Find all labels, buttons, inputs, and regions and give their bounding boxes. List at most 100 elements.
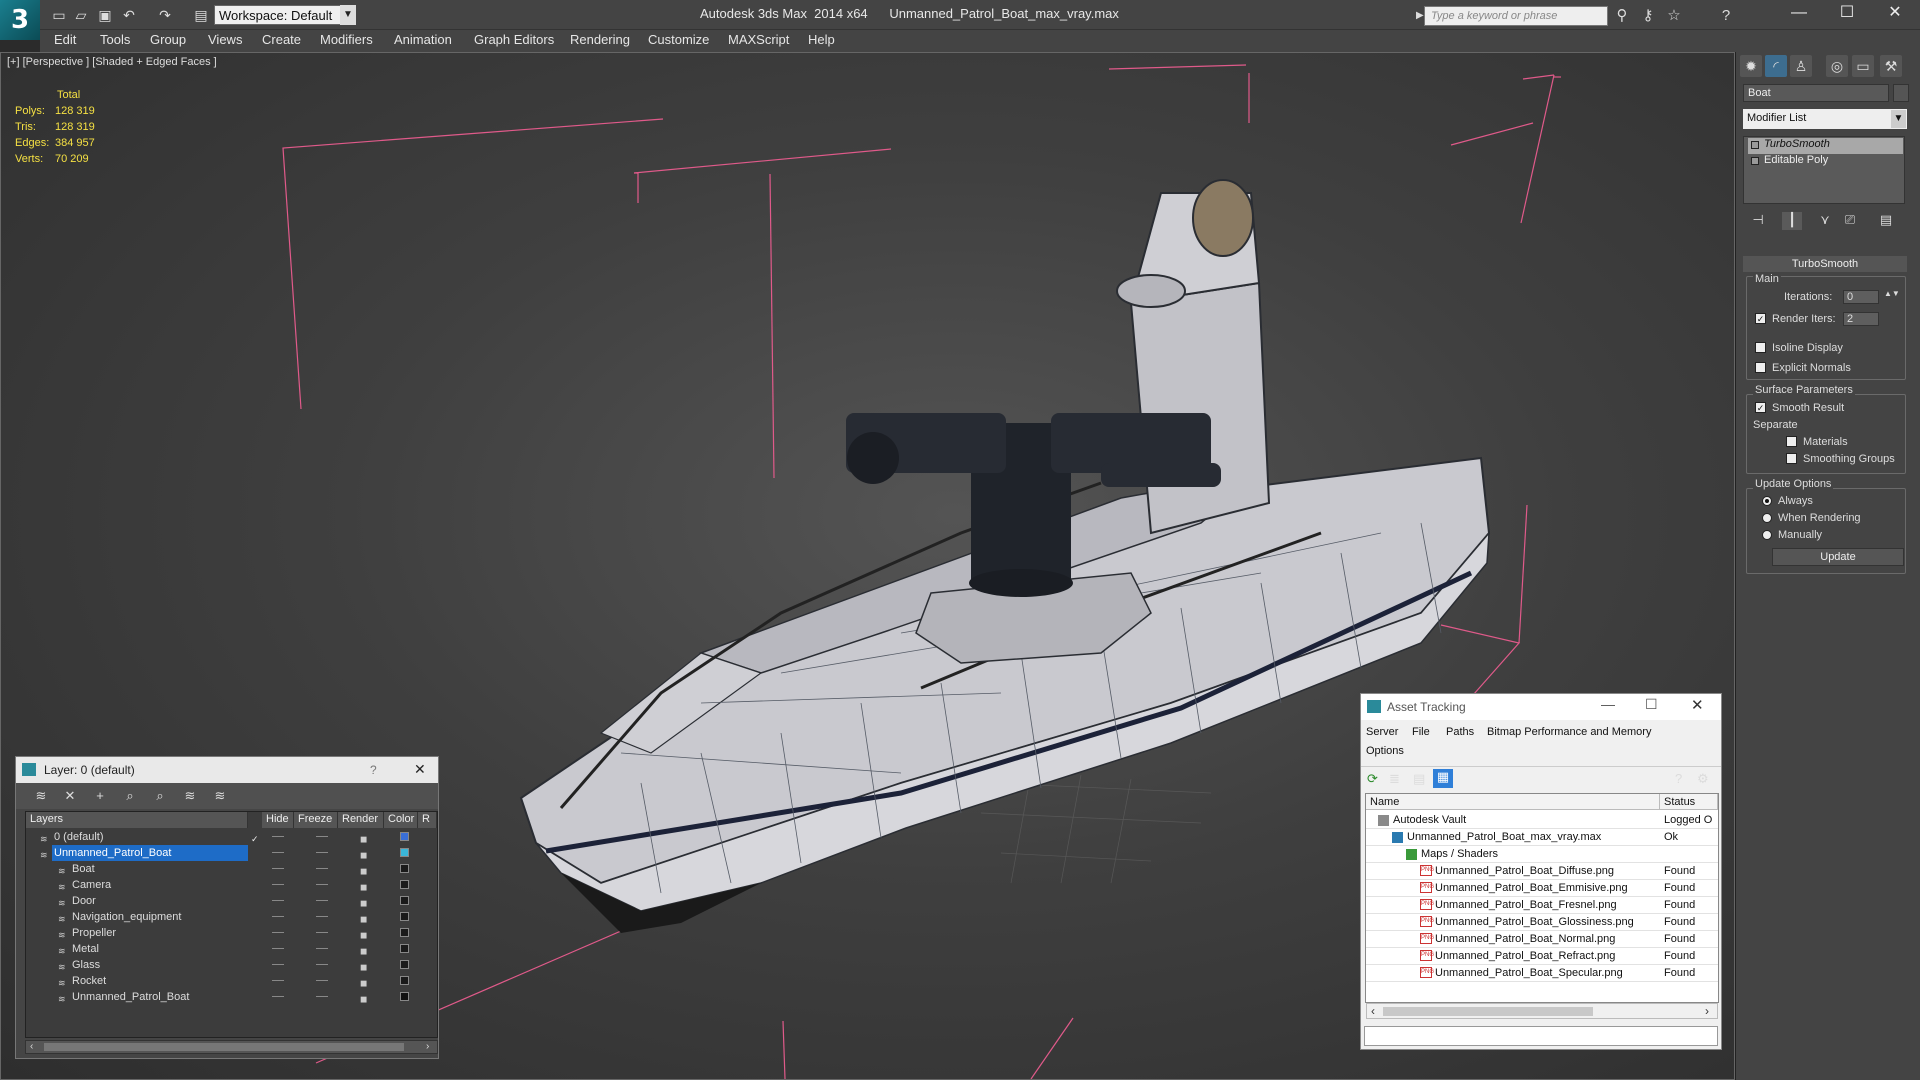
remove-modifier-icon[interactable]: ⎚ bbox=[1840, 212, 1860, 230]
app-logo-icon[interactable]: 3 bbox=[0, 0, 40, 40]
column-color[interactable]: Color bbox=[384, 812, 418, 828]
asset-help-icon[interactable]: ? bbox=[1675, 771, 1682, 786]
list-view-icon[interactable]: ≣ bbox=[1389, 771, 1400, 787]
asset-minimize-button[interactable]: — bbox=[1601, 696, 1615, 712]
project-icon[interactable]: ▤ bbox=[192, 6, 210, 24]
table-view-icon[interactable]: ▦ bbox=[1433, 769, 1453, 788]
layer-name[interactable]: 0 (default) bbox=[52, 829, 104, 845]
layer-color-swatch[interactable] bbox=[400, 992, 409, 1001]
layer-row[interactable]: Rocket ≋ ◼ bbox=[26, 973, 437, 989]
freeze-toggle[interactable] bbox=[316, 996, 328, 997]
layer-row[interactable]: Camera ≋ ◼ bbox=[26, 877, 437, 893]
layer-name[interactable]: Unmanned_Patrol_Boat bbox=[52, 845, 248, 861]
render-teapot-icon[interactable]: ◼ bbox=[360, 879, 370, 892]
close-button[interactable]: ✕ bbox=[1872, 0, 1918, 28]
hide-toggle[interactable] bbox=[272, 932, 284, 933]
layer-help-button[interactable]: ? bbox=[370, 763, 377, 777]
render-teapot-icon[interactable]: ◼ bbox=[360, 975, 370, 988]
pin-stack-icon[interactable]: ⊣ bbox=[1748, 212, 1768, 230]
make-unique-icon[interactable]: ⋎ bbox=[1815, 212, 1835, 230]
layer-color-swatch[interactable] bbox=[400, 896, 409, 905]
layer-color-swatch[interactable] bbox=[400, 960, 409, 969]
asset-menu-server[interactable]: Server bbox=[1366, 726, 1398, 738]
layer-name[interactable]: Rocket bbox=[70, 973, 106, 989]
freeze-toggle[interactable] bbox=[316, 836, 328, 837]
minimize-button[interactable]: — bbox=[1776, 0, 1822, 28]
current-layer-check-icon[interactable] bbox=[251, 879, 261, 889]
stack-item-turbosmooth[interactable]: TurboSmooth bbox=[1748, 138, 1903, 154]
asset-row[interactable]: PNG Unmanned_Patrol_Boat_Specular.png Foun… bbox=[1366, 965, 1718, 982]
menu-tools[interactable]: Tools bbox=[100, 32, 130, 50]
layer-row[interactable]: Glass ≋ ◼ bbox=[26, 957, 437, 973]
asset-row[interactable]: PNG Unmanned_Patrol_Boat_Glossiness.png Fo… bbox=[1366, 914, 1718, 931]
menu-animation[interactable]: Animation bbox=[394, 32, 452, 50]
current-layer-check-icon[interactable] bbox=[251, 911, 261, 921]
render-teapot-icon[interactable]: ◼ bbox=[360, 959, 370, 972]
render-teapot-icon[interactable]: ◼ bbox=[360, 831, 370, 844]
asset-row[interactable]: PNG Unmanned_Patrol_Boat_Diffuse.png Found bbox=[1366, 863, 1718, 880]
layer-row[interactable]: Unmanned_Patrol_Boat ≋ ◼ bbox=[26, 845, 437, 861]
layer-row[interactable]: Unmanned_Patrol_Boat ≋ ◼ bbox=[26, 989, 437, 1005]
layer-row[interactable]: Propeller ≋ ◼ bbox=[26, 925, 437, 941]
select-objects-icon[interactable]: ⌕ bbox=[121, 788, 139, 804]
hide-toggle[interactable] bbox=[272, 996, 284, 997]
layer-name[interactable]: Navigation_equipment bbox=[70, 909, 181, 925]
asset-menu-bitmap-performance[interactable]: Bitmap Performance and Memory bbox=[1487, 726, 1651, 738]
materials-checkbox[interactable] bbox=[1786, 436, 1797, 447]
layer-color-swatch[interactable] bbox=[400, 864, 409, 873]
menu-customize[interactable]: Customize bbox=[648, 32, 709, 50]
asset-horizontal-scrollbar[interactable]: ‹ › bbox=[1366, 1003, 1718, 1019]
asset-tracking-titlebar[interactable]: Asset Tracking — ☐ ✕ bbox=[1361, 694, 1721, 720]
motion-tab-icon[interactable]: ◎ bbox=[1826, 55, 1848, 77]
show-end-result-icon[interactable]: ┃ bbox=[1782, 212, 1802, 230]
layer-name[interactable]: Metal bbox=[70, 941, 99, 957]
column-hide[interactable]: Hide bbox=[262, 812, 294, 828]
render-teapot-icon[interactable]: ◼ bbox=[360, 847, 370, 860]
menu-graph-editors[interactable]: Graph Editors bbox=[474, 32, 554, 50]
asset-scroll-thumb[interactable] bbox=[1383, 1007, 1593, 1016]
layer-row[interactable]: Metal ≋ ◼ bbox=[26, 941, 437, 957]
asset-row[interactable]: PNG Unmanned_Patrol_Boat_Normal.png Found bbox=[1366, 931, 1718, 948]
hide-toggle[interactable] bbox=[272, 836, 284, 837]
layer-name[interactable]: Door bbox=[70, 893, 96, 909]
freeze-toggle[interactable] bbox=[316, 852, 328, 853]
layer-scroll-thumb[interactable] bbox=[44, 1043, 404, 1051]
current-layer-check-icon[interactable] bbox=[251, 863, 261, 873]
isoline-display-checkbox[interactable] bbox=[1755, 342, 1766, 353]
redo-icon[interactable]: ↷ bbox=[156, 6, 174, 24]
utilities-tab-icon[interactable]: ⚒ bbox=[1880, 55, 1902, 77]
layer-color-swatch[interactable] bbox=[400, 880, 409, 889]
menu-help[interactable]: Help bbox=[808, 32, 835, 50]
object-color-swatch[interactable] bbox=[1893, 84, 1909, 102]
menu-group[interactable]: Group bbox=[150, 32, 186, 50]
asset-menu-options[interactable]: Options bbox=[1366, 745, 1404, 757]
hide-toggle[interactable] bbox=[272, 948, 284, 949]
highlight-layer-icon[interactable]: ⌕ bbox=[151, 788, 169, 804]
asset-settings-icon[interactable]: ⚙ bbox=[1697, 771, 1709, 787]
add-to-layer-icon[interactable]: + bbox=[91, 788, 109, 804]
asset-scroll-left-icon[interactable]: ‹ bbox=[1371, 1004, 1375, 1018]
asset-close-button[interactable]: ✕ bbox=[1691, 696, 1704, 714]
current-layer-check-icon[interactable] bbox=[251, 975, 261, 985]
configure-modifier-sets-icon[interactable]: ▤ bbox=[1876, 212, 1896, 230]
freeze-toggle[interactable] bbox=[316, 964, 328, 965]
smoothing-groups-checkbox[interactable] bbox=[1786, 453, 1797, 464]
current-layer-check-icon[interactable]: ✓ bbox=[251, 831, 261, 844]
menu-create[interactable]: Create bbox=[262, 32, 301, 50]
hide-toggle[interactable] bbox=[272, 916, 284, 917]
asset-row[interactable]: Unmanned_Patrol_Boat_max_vray.max Ok bbox=[1366, 829, 1718, 846]
render-teapot-icon[interactable]: ◼ bbox=[360, 863, 370, 876]
hide-toggle[interactable] bbox=[272, 852, 284, 853]
hide-toggle[interactable] bbox=[272, 980, 284, 981]
hide-all-layers-icon[interactable]: ≋ bbox=[181, 788, 199, 804]
freeze-toggle[interactable] bbox=[316, 868, 328, 869]
display-tab-icon[interactable]: ▭ bbox=[1852, 55, 1874, 77]
asset-path-field[interactable] bbox=[1364, 1026, 1718, 1046]
render-iters-checkbox[interactable]: ✓ bbox=[1755, 313, 1766, 324]
update-button[interactable]: Update bbox=[1772, 548, 1904, 566]
column-render[interactable]: Render bbox=[338, 812, 384, 828]
create-layer-icon[interactable]: ≋ bbox=[32, 788, 50, 804]
asset-menu-file[interactable]: File bbox=[1412, 726, 1430, 738]
create-tab-icon[interactable]: ✹ bbox=[1740, 55, 1762, 77]
scroll-left-icon[interactable]: ‹ bbox=[30, 1041, 33, 1052]
